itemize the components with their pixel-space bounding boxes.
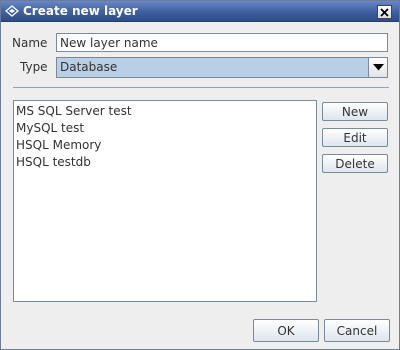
connection-list[interactable]: MS SQL Server test MySQL test HSQL Memor… [13, 100, 317, 302]
dropdown-arrow-button[interactable] [368, 58, 387, 77]
create-layer-dialog: Create new layer Name Type Database MS S… [0, 0, 400, 350]
list-item[interactable]: HSQL Memory [16, 137, 314, 154]
close-button[interactable] [377, 5, 392, 19]
ok-button[interactable]: OK [253, 319, 319, 342]
cancel-button[interactable]: Cancel [324, 319, 390, 342]
new-button[interactable]: New [322, 102, 388, 121]
list-item[interactable]: MySQL test [16, 120, 314, 137]
list-item[interactable]: HSQL testdb [16, 154, 314, 171]
type-label: Type [20, 60, 48, 74]
layers-diamond-icon [5, 5, 19, 17]
delete-button[interactable]: Delete [322, 154, 388, 173]
type-select[interactable]: Database [56, 57, 388, 78]
title-bar[interactable]: Create new layer [1, 1, 399, 22]
type-selected-value: Database [60, 60, 118, 74]
chevron-down-icon [372, 64, 384, 71]
name-label: Name [12, 36, 48, 50]
list-item[interactable]: MS SQL Server test [16, 103, 314, 120]
section-separator [13, 87, 389, 88]
edit-button[interactable]: Edit [322, 128, 388, 147]
layer-name-input[interactable] [56, 33, 388, 52]
close-icon [380, 7, 389, 17]
window-title: Create new layer [23, 4, 138, 18]
